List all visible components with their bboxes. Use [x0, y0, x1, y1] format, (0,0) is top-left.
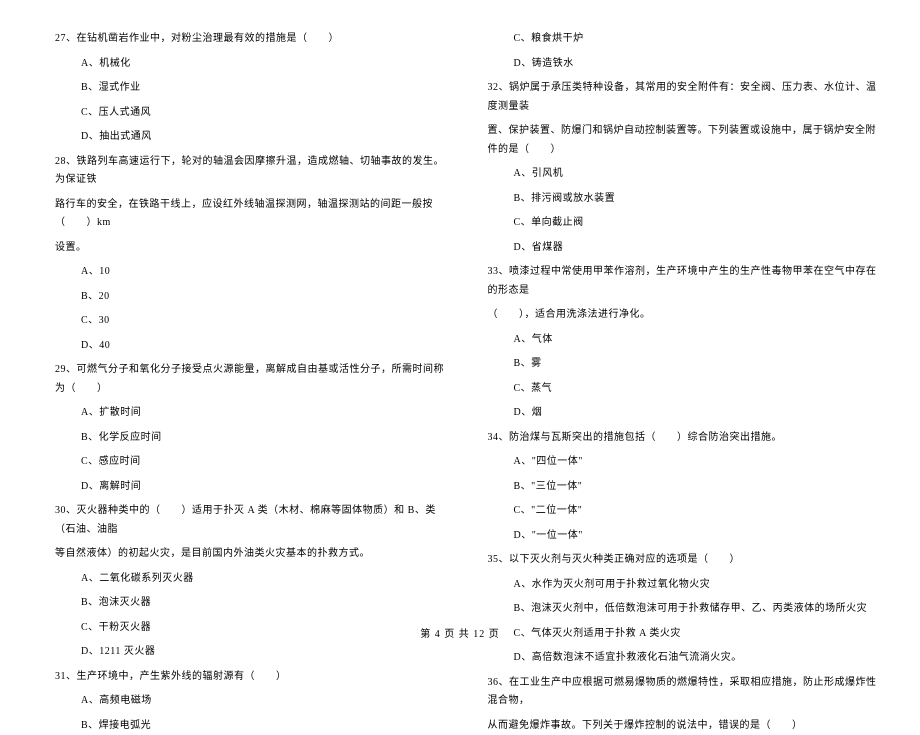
question-31: 31、生产环境中，产生紫外线的辐射源有（ ） — [55, 668, 448, 687]
page-footer: 第 4 页 共 12 页 — [0, 625, 920, 640]
q29-option-a: A、扩散时间 — [55, 404, 448, 423]
q30-option-d: D、1211 灭火器 — [55, 643, 448, 662]
q31-option-d: D、铸造铁水 — [488, 55, 881, 74]
q30-option-b: B、泡沫灭火器 — [55, 594, 448, 613]
q32-option-a: A、引风机 — [488, 165, 881, 184]
question-36-line2: 从而避免爆炸事故。下列关于爆炸控制的说法中，错误的是（ ） — [488, 717, 881, 735]
left-column: 27、在钻机凿岩作业中，对粉尘治理最有效的措施是（ ） A、机械化 B、湿式作业… — [55, 30, 448, 570]
q31-option-c: C、粮食烘干炉 — [488, 30, 881, 49]
q35-option-a: A、水作为灭火剂可用于扑救过氧化物火灾 — [488, 576, 881, 595]
question-35: 35、以下灭火剂与灭火种类正确对应的选项是（ ） — [488, 551, 881, 570]
q31-option-a: A、高频电磁场 — [55, 692, 448, 711]
q27-option-b: B、湿式作业 — [55, 79, 448, 98]
question-34: 34、防治煤与瓦斯突出的措施包括（ ）综合防治突出措施。 — [488, 429, 881, 448]
right-column: C、粮食烘干炉 D、铸造铁水 32、锅炉属于承压类特种设备，其常用的安全附件有：… — [488, 30, 881, 570]
q32-option-c: C、单向截止阀 — [488, 214, 881, 233]
q30-option-a: A、二氧化碳系列灭火器 — [55, 570, 448, 589]
q31-option-b: B、焊接电弧光 — [55, 717, 448, 735]
q34-option-a: A、"四位一体" — [488, 453, 881, 472]
q28-option-a: A、10 — [55, 263, 448, 282]
q33-option-d: D、烟 — [488, 404, 881, 423]
q29-option-b: B、化学反应时间 — [55, 429, 448, 448]
q27-option-c: C、压人式通风 — [55, 104, 448, 123]
q34-option-c: C、"二位一体" — [488, 502, 881, 521]
q28-option-d: D、40 — [55, 337, 448, 356]
page-container: 27、在钻机凿岩作业中，对粉尘治理最有效的措施是（ ） A、机械化 B、湿式作业… — [0, 0, 920, 600]
q32-option-b: B、排污阀或放水装置 — [488, 190, 881, 209]
question-32-line1: 32、锅炉属于承压类特种设备，其常用的安全附件有：安全阀、压力表、水位计、温度测… — [488, 79, 881, 116]
question-36-line1: 36、在工业生产中应根据可燃易爆物质的燃爆特性，采取相应措施，防止形成爆炸性混合… — [488, 674, 881, 711]
question-33-line2: （ ），适合用洗涤法进行净化。 — [488, 306, 881, 325]
question-33-line1: 33、喷漆过程中常使用甲苯作溶剂，生产环境中产生的生产性毒物甲苯在空气中存在的形… — [488, 263, 881, 300]
q34-option-d: D、"一位一体" — [488, 527, 881, 546]
q27-option-a: A、机械化 — [55, 55, 448, 74]
q33-option-c: C、蒸气 — [488, 380, 881, 399]
question-32-line2: 置、保护装置、防爆门和锅炉自动控制装置等。下列装置或设施中，属于锅炉安全附件的是… — [488, 122, 881, 159]
q29-option-c: C、感应时间 — [55, 453, 448, 472]
q35-option-d: D、高倍数泡沫不适宜扑救液化石油气流淌火灾。 — [488, 649, 881, 668]
q27-option-d: D、抽出式通风 — [55, 128, 448, 147]
q28-option-c: C、30 — [55, 312, 448, 331]
q29-option-d: D、离解时间 — [55, 478, 448, 497]
question-30-line2: 等自然液体）的初起火灾，是目前国内外油类火灾基本的扑救方式。 — [55, 545, 448, 564]
q34-option-b: B、"三位一体" — [488, 478, 881, 497]
q35-option-b: B、泡沫灭火剂中，低倍数泡沫可用于扑救储存甲、乙、丙类液体的场所火灾 — [488, 600, 881, 619]
q28-option-b: B、20 — [55, 288, 448, 307]
q32-option-d: D、省煤器 — [488, 239, 881, 258]
q33-option-b: B、雾 — [488, 355, 881, 374]
question-30-line1: 30、灭火器种类中的（ ）适用于扑灭 A 类（木材、棉麻等固体物质）和 B、类（… — [55, 502, 448, 539]
question-28-line1: 28、铁路列车高速运行下，轮对的轴温会因摩擦升温，造成燃轴、切轴事故的发生。为保… — [55, 153, 448, 190]
question-28-line2: 路行车的安全，在铁路干线上，应设红外线轴温探测网，轴温探测站的间距一般按（ ）k… — [55, 196, 448, 233]
question-27: 27、在钻机凿岩作业中，对粉尘治理最有效的措施是（ ） — [55, 30, 448, 49]
question-28-line3: 设置。 — [55, 239, 448, 258]
q33-option-a: A、气体 — [488, 331, 881, 350]
question-29: 29、可燃气分子和氧化分子接受点火源能量，离解成自由基或活性分子，所需时间称为（… — [55, 361, 448, 398]
